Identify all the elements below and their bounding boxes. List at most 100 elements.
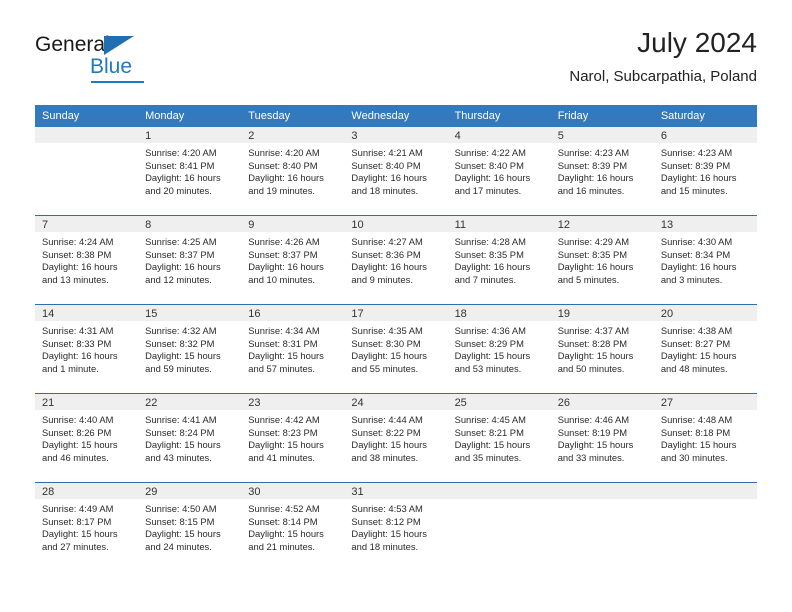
calendar-header-row: Sunday Monday Tuesday Wednesday Thursday…: [35, 105, 757, 127]
day-number: 19: [550, 305, 654, 321]
calendar-day-cell[interactable]: [447, 482, 551, 571]
sunset-text: Sunset: 8:30 PM: [351, 337, 421, 349]
daylight-text: Daylight: 15 hours and 50 minutes.: [557, 350, 634, 374]
sunset-text: Sunset: 8:40 PM: [454, 159, 524, 171]
sunset-text: Sunset: 8:21 PM: [454, 426, 524, 438]
daylight-text: Daylight: 15 hours and 53 minutes.: [454, 350, 531, 374]
sunrise-text: Sunrise: 4:38 AM: [660, 325, 733, 336]
sunrise-text: Sunrise: 4:53 AM: [351, 503, 423, 514]
calendar-day-cell[interactable]: 31 Sunrise: 4:53 AM Sunset: 8:12 PM Dayligh…: [344, 482, 448, 571]
day-number: 21: [35, 394, 139, 410]
daylight-text: Daylight: 16 hours and 18 minutes.: [351, 172, 427, 196]
general-blue-logo[interactable]: General Blue: [35, 32, 185, 84]
calendar-week-row: 1 Sunrise: 4:20 AM Sunset: 8:41 PM Daylight…: [35, 127, 757, 216]
calendar-day-cell[interactable]: 1 Sunrise: 4:20 AM Sunset: 8:41 PM Daylight…: [138, 127, 242, 216]
page-header: General Blue July 2024 Narol, Subcarpath…: [35, 26, 757, 96]
calendar-day-cell[interactable]: 17 Sunrise: 4:35 AM Sunset: 8:30 PM Dayligh…: [344, 304, 448, 394]
sunset-text: Sunset: 8:38 PM: [42, 248, 112, 260]
daylight-text: Daylight: 16 hours and 20 minutes.: [145, 172, 221, 196]
calendar-day-cell[interactable]: 18 Sunrise: 4:36 AM Sunset: 8:29 PM Dayligh…: [447, 304, 551, 394]
calendar-week-row: 14 Sunrise: 4:31 AM Sunset: 8:33 PM Dayligh…: [35, 304, 757, 394]
sunset-text: Sunset: 8:23 PM: [248, 426, 318, 438]
sunrise-text: Sunrise: 4:42 AM: [248, 414, 320, 425]
calendar-day-cell[interactable]: 22 Sunrise: 4:41 AM Sunset: 8:24 PM Dayligh…: [138, 393, 242, 483]
sunrise-sunset-calendar: Sunday Monday Tuesday Wednesday Thursday…: [35, 105, 757, 571]
day-number: 4: [447, 127, 551, 143]
day-number: 1: [138, 127, 242, 143]
sunset-text: Sunset: 8:35 PM: [454, 248, 524, 260]
daylight-text: Daylight: 16 hours and 12 minutes.: [145, 261, 221, 285]
sunset-text: Sunset: 8:22 PM: [351, 426, 421, 438]
calendar-day-cell[interactable]: 13 Sunrise: 4:30 AM Sunset: 8:34 PM Dayligh…: [653, 215, 757, 305]
calendar-day-cell[interactable]: 8 Sunrise: 4:25 AM Sunset: 8:37 PM Daylight…: [138, 215, 242, 305]
day-number: 8: [138, 216, 242, 232]
calendar-day-cell[interactable]: 27 Sunrise: 4:48 AM Sunset: 8:18 PM Dayligh…: [653, 393, 757, 483]
sunrise-text: Sunrise: 4:45 AM: [454, 414, 526, 425]
calendar-day-cell[interactable]: 15 Sunrise: 4:32 AM Sunset: 8:32 PM Dayligh…: [138, 304, 242, 394]
calendar-day-cell[interactable]: 6 Sunrise: 4:23 AM Sunset: 8:39 PM Daylight…: [653, 127, 757, 216]
calendar-day-cell[interactable]: 23 Sunrise: 4:42 AM Sunset: 8:23 PM Dayligh…: [241, 393, 345, 483]
calendar-day-cell[interactable]: 2 Sunrise: 4:20 AM Sunset: 8:40 PM Daylight…: [241, 127, 345, 216]
calendar-day-cell[interactable]: 20 Sunrise: 4:38 AM Sunset: 8:27 PM Dayligh…: [653, 304, 757, 394]
calendar-day-cell[interactable]: 10 Sunrise: 4:27 AM Sunset: 8:36 PM Dayligh…: [344, 215, 448, 305]
daylight-text: Daylight: 16 hours and 7 minutes.: [454, 261, 531, 285]
day-number: 23: [241, 394, 345, 410]
calendar-day-cell[interactable]: 19 Sunrise: 4:37 AM Sunset: 8:28 PM Dayligh…: [550, 304, 654, 394]
sunrise-text: Sunrise: 4:36 AM: [454, 325, 526, 336]
calendar-day-cell[interactable]: 30 Sunrise: 4:52 AM Sunset: 8:14 PM Dayligh…: [241, 482, 345, 571]
sunrise-text: Sunrise: 4:24 AM: [42, 236, 114, 247]
calendar-day-cell[interactable]: 14 Sunrise: 4:31 AM Sunset: 8:33 PM Dayligh…: [35, 304, 139, 394]
calendar-day-cell[interactable]: 24 Sunrise: 4:44 AM Sunset: 8:22 PM Dayligh…: [344, 393, 448, 483]
calendar-day-cell[interactable]: 21 Sunrise: 4:40 AM Sunset: 8:26 PM Dayligh…: [35, 393, 139, 483]
calendar-day-cell[interactable]: [653, 482, 757, 571]
daylight-text: Daylight: 15 hours and 24 minutes.: [145, 528, 221, 552]
daylight-text: Daylight: 15 hours and 33 minutes.: [557, 439, 634, 463]
calendar-day-cell[interactable]: 4 Sunrise: 4:22 AM Sunset: 8:40 PM Daylight…: [447, 127, 551, 216]
calendar-day-cell[interactable]: 26 Sunrise: 4:46 AM Sunset: 8:19 PM Dayligh…: [550, 393, 654, 483]
weekday-header-row: Sunday Monday Tuesday Wednesday Thursday…: [35, 105, 757, 127]
daylight-text: Daylight: 15 hours and 35 minutes.: [454, 439, 531, 463]
calendar-page: General Blue July 2024 Narol, Subcarpath…: [0, 0, 792, 612]
sunrise-text: Sunrise: 4:22 AM: [454, 147, 526, 158]
sunset-text: Sunset: 8:17 PM: [42, 515, 112, 527]
daylight-text: Daylight: 16 hours and 19 minutes.: [248, 172, 324, 196]
calendar-day-cell[interactable]: 16 Sunrise: 4:34 AM Sunset: 8:31 PM Dayligh…: [241, 304, 345, 394]
calendar-day-cell[interactable]: 9 Sunrise: 4:26 AM Sunset: 8:37 PM Daylight…: [241, 215, 345, 305]
day-number: 26: [550, 394, 654, 410]
calendar-day-cell[interactable]: 3 Sunrise: 4:21 AM Sunset: 8:40 PM Daylight…: [344, 127, 448, 216]
day-number: [447, 483, 551, 499]
day-number: 28: [35, 483, 139, 499]
page-title: July 2024: [637, 27, 757, 58]
sunset-text: Sunset: 8:34 PM: [660, 248, 731, 260]
daylight-text: Daylight: 15 hours and 57 minutes.: [248, 350, 324, 374]
sunrise-text: Sunrise: 4:25 AM: [145, 236, 217, 247]
calendar-day-cell[interactable]: 28 Sunrise: 4:49 AM Sunset: 8:17 PM Dayligh…: [35, 482, 139, 571]
calendar-day-cell[interactable]: 7 Sunrise: 4:24 AM Sunset: 8:38 PM Daylight…: [35, 215, 139, 305]
calendar-day-cell[interactable]: 5 Sunrise: 4:23 AM Sunset: 8:39 PM Daylight…: [550, 127, 654, 216]
calendar-day-cell[interactable]: 29 Sunrise: 4:50 AM Sunset: 8:15 PM Dayligh…: [138, 482, 242, 571]
day-number: 30: [241, 483, 345, 499]
weekday-header-monday: Monday: [138, 105, 242, 127]
daylight-text: Daylight: 15 hours and 59 minutes.: [145, 350, 221, 374]
sunset-text: Sunset: 8:39 PM: [660, 159, 731, 171]
daylight-text: Daylight: 16 hours and 9 minutes.: [351, 261, 427, 285]
calendar-day-cell[interactable]: 11 Sunrise: 4:28 AM Sunset: 8:35 PM Dayligh…: [447, 215, 551, 305]
sunrise-text: Sunrise: 4:29 AM: [557, 236, 630, 247]
daylight-text: Daylight: 15 hours and 55 minutes.: [351, 350, 427, 374]
calendar-day-cell[interactable]: [550, 482, 654, 571]
sunset-text: Sunset: 8:15 PM: [145, 515, 215, 527]
logo-underline: [91, 81, 144, 83]
sunset-text: Sunset: 8:33 PM: [42, 337, 112, 349]
sunset-text: Sunset: 8:41 PM: [145, 159, 215, 171]
day-number: 5: [550, 127, 654, 143]
sunrise-text: Sunrise: 4:46 AM: [557, 414, 630, 425]
calendar-day-cell[interactable]: 25 Sunrise: 4:45 AM Sunset: 8:21 PM Dayligh…: [447, 393, 551, 483]
sunrise-text: Sunrise: 4:21 AM: [351, 147, 423, 158]
calendar-day-cell[interactable]: [35, 127, 139, 216]
daylight-text: Daylight: 15 hours and 46 minutes.: [42, 439, 118, 463]
calendar-day-cell[interactable]: 12 Sunrise: 4:29 AM Sunset: 8:35 PM Dayligh…: [550, 215, 654, 305]
day-number: 9: [241, 216, 345, 232]
day-number: 20: [653, 305, 757, 321]
sunset-text: Sunset: 8:40 PM: [351, 159, 421, 171]
day-number: 10: [344, 216, 448, 232]
